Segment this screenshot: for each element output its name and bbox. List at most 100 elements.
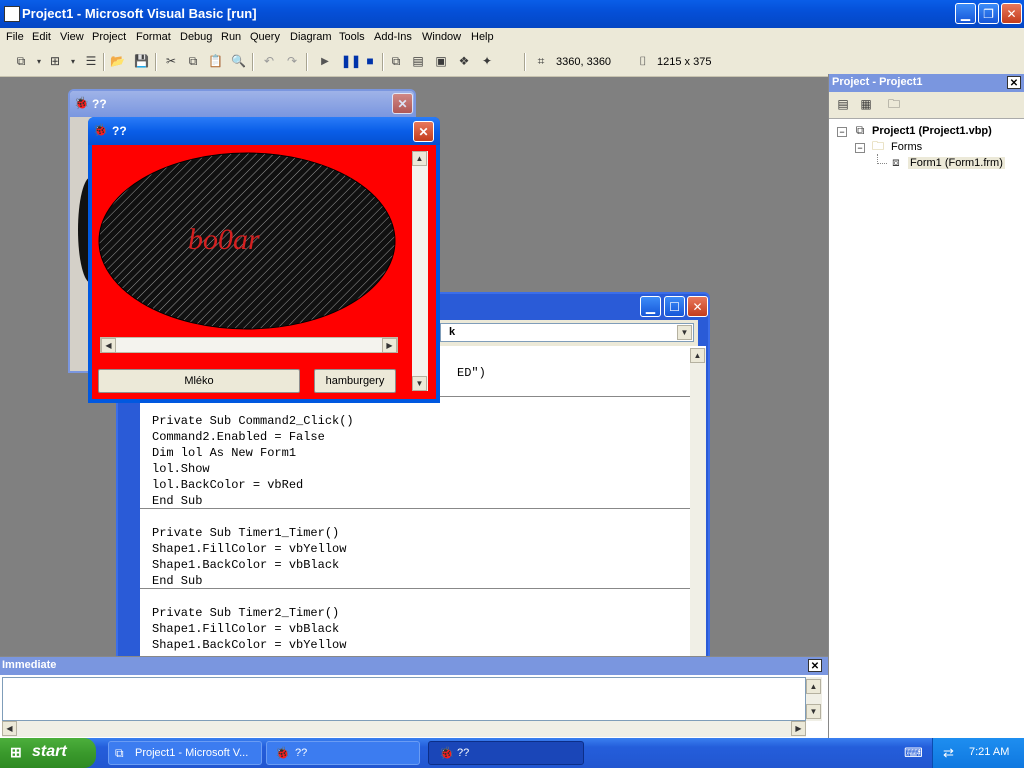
taskbar-item-form[interactable]: 🐞 ?? <box>266 741 420 765</box>
menu-editor-icon[interactable]: ☰ <box>84 55 98 68</box>
ellipse-label: bo0ar <box>188 223 260 256</box>
back-form-title: ?? <box>92 97 107 111</box>
code-line: Private Sub Timer2_Timer() <box>152 606 340 620</box>
taskbar-item-label: ?? <box>457 747 470 759</box>
menu-window[interactable]: Window <box>422 31 461 43</box>
scroll-down-icon[interactable]: ▼ <box>806 704 821 719</box>
collapse-icon[interactable]: − <box>837 127 847 137</box>
menu-run[interactable]: Run <box>221 31 241 43</box>
close-button[interactable]: ✕ <box>687 296 708 317</box>
vertical-scrollbar[interactable]: ▲ ▼ <box>412 151 428 391</box>
scroll-up-icon[interactable]: ▲ <box>412 151 427 166</box>
code-line: Shape1.FillColor = vbBlack <box>152 622 340 636</box>
standard-toolbar: ⧉ ▾ ⊞ ▾ ☰ 📂 💾 ✂ ⧉ 📋 🔍 ↶ ↷ ▶ ❚❚ ■ ⧉ ▤ ▣ ❖… <box>0 48 1024 77</box>
clock[interactable]: 7:21 AM <box>969 746 1009 758</box>
immediate-input[interactable] <box>2 677 806 721</box>
procedure-separator <box>140 588 690 589</box>
toolbox-icon[interactable]: ✦ <box>480 55 494 68</box>
taskbar-item-form-active[interactable]: 🐞 ?? <box>428 741 584 765</box>
scroll-up-icon[interactable]: ▲ <box>806 679 821 694</box>
project-panel-title-bar: Project - Project1 ✕ <box>829 74 1024 92</box>
menu-file[interactable]: File <box>6 31 24 43</box>
menu-view[interactable]: View <box>60 31 84 43</box>
tree-item-form1[interactable]: Form1 (Form1.frm) <box>908 157 1005 169</box>
dropdown-arrow-icon[interactable]: ▾ <box>66 55 80 68</box>
menu-add-ins[interactable]: Add-Ins <box>374 31 412 43</box>
code-line: Shape1.FillColor = vbYellow <box>152 542 347 556</box>
maximize-button[interactable]: ❐ <box>978 3 999 24</box>
menu-format[interactable]: Format <box>136 31 171 43</box>
menu-project[interactable]: Project <box>92 31 126 43</box>
break-icon[interactable]: ❚❚ <box>341 55 361 68</box>
project-explorer-icon[interactable]: ⧉ <box>389 55 403 68</box>
toggle-folders-icon[interactable]: 🗀 <box>887 98 901 111</box>
code-line: lol.Show <box>152 462 210 476</box>
vb-app-icon[interactable] <box>4 6 20 22</box>
menu-help[interactable]: Help <box>471 31 494 43</box>
undo-icon[interactable]: ↶ <box>262 55 276 68</box>
taskbar: ⊞ start ⧉ Project1 - Microsoft V... 🐞 ??… <box>0 738 1024 768</box>
end-stop-icon[interactable]: ■ <box>363 55 377 68</box>
copy-icon[interactable]: ⧉ <box>186 55 200 68</box>
mleko-button[interactable]: Mléko <box>98 369 300 393</box>
object-browser-icon[interactable]: ❖ <box>457 55 471 68</box>
scroll-right-icon[interactable]: ▶ <box>382 338 397 353</box>
immediate-horizontal-scrollbar[interactable]: ◀ ▶ <box>2 721 806 737</box>
redo-icon[interactable]: ↷ <box>285 55 299 68</box>
start-button[interactable]: ⊞ start <box>0 738 96 768</box>
scroll-down-icon[interactable]: ▼ <box>412 376 427 391</box>
back-form-title-bar: 🐞 ?? ✕ <box>70 91 414 117</box>
paste-icon[interactable]: 📋 <box>208 55 223 68</box>
tree-item-forms[interactable]: Forms <box>891 141 922 153</box>
scroll-up-icon[interactable]: ▲ <box>690 348 705 363</box>
view-code-icon[interactable]: ▤ <box>836 98 850 111</box>
maximize-button[interactable]: ☐ <box>664 296 685 317</box>
open-project-icon[interactable]: 📂 <box>110 55 125 68</box>
close-button[interactable]: ✕ <box>413 121 434 142</box>
properties-window-icon[interactable]: ▤ <box>411 55 425 68</box>
view-object-icon[interactable]: ▦ <box>859 98 873 111</box>
immediate-vertical-scrollbar[interactable]: ▲ ▼ <box>806 677 822 721</box>
main-title-bar: Project1 - Microsoft Visual Basic [run] … <box>0 0 1024 28</box>
form-icon: 🐞 <box>275 746 290 760</box>
menu-query[interactable]: Query <box>250 31 280 43</box>
start-run-icon[interactable]: ▶ <box>318 55 332 68</box>
immediate-window: Immediate ✕ ▲ ▼ ◀ ▶ <box>0 656 828 739</box>
close-button[interactable]: ✕ <box>392 93 413 114</box>
form-layout-icon[interactable]: ▣ <box>434 55 448 68</box>
code-line: Private Sub Timer1_Timer() <box>152 526 340 540</box>
collapse-icon[interactable]: − <box>855 143 865 153</box>
save-project-icon[interactable]: 💾 <box>134 55 149 68</box>
taskbar-item-label: ?? <box>295 747 308 759</box>
close-icon[interactable]: ✕ <box>808 659 822 672</box>
minimize-button[interactable]: ▁ <box>955 3 976 24</box>
scroll-left-icon[interactable]: ◀ <box>2 721 17 736</box>
procedure-separator <box>140 508 690 509</box>
horizontal-scrollbar[interactable]: ◀ ▶ <box>100 337 398 353</box>
keyboard-icon[interactable]: ⌨ <box>904 745 923 761</box>
cut-icon[interactable]: ✂ <box>164 55 178 68</box>
menu-diagram[interactable]: Diagram <box>290 31 332 43</box>
tree-item-project[interactable]: Project1 (Project1.vbp) <box>872 125 992 137</box>
dropdown-arrow-icon[interactable]: ▼ <box>677 325 692 340</box>
dropdown-arrow-icon[interactable]: ▾ <box>32 55 46 68</box>
add-project-icon[interactable]: ⧉ <box>14 55 28 68</box>
minimize-button[interactable]: ▁ <box>640 296 661 317</box>
scroll-right-icon[interactable]: ▶ <box>791 721 806 736</box>
scroll-left-icon[interactable]: ◀ <box>101 338 116 353</box>
hamburgery-button[interactable]: hamburgery <box>314 369 396 393</box>
front-form-window: 🐞 ?? ✕ bo0ar ◀ ▶ ▲ ▼ Mléko hamburgery <box>88 117 440 403</box>
taskbar-item-vb[interactable]: ⧉ Project1 - Microsoft V... <box>108 741 262 765</box>
add-form-icon[interactable]: ⊞ <box>48 55 62 68</box>
close-icon[interactable]: ✕ <box>1007 76 1021 89</box>
close-button[interactable]: ✕ <box>1001 3 1022 24</box>
find-icon[interactable]: 🔍 <box>231 55 246 68</box>
menu-debug[interactable]: Debug <box>180 31 212 43</box>
code-line: Dim lol As New Form1 <box>152 446 297 460</box>
code-vertical-scrollbar[interactable]: ▲ <box>690 348 706 660</box>
system-tray: ⇄ 7:21 AM <box>932 738 1024 768</box>
procedure-combo[interactable]: k ▼ <box>440 323 694 342</box>
network-icon[interactable]: ⇄ <box>943 745 954 761</box>
menu-tools[interactable]: Tools <box>339 31 365 43</box>
menu-edit[interactable]: Edit <box>32 31 51 43</box>
